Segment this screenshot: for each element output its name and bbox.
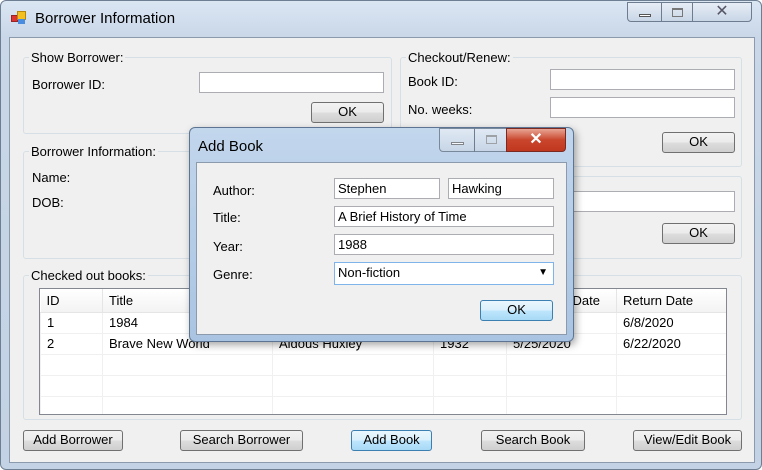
maximize-button[interactable] [661,2,693,22]
header-return-date[interactable]: Return Date [616,289,726,313]
genre-label: Genre: [213,267,253,282]
genre-value: Non-fiction [338,265,401,280]
title-label: Title: [213,210,241,225]
search-book-button[interactable]: Search Book [481,430,585,451]
table-row-empty [40,395,726,414]
name-label: Name: [32,170,71,185]
cell-return: 6/8/2020 [616,311,726,334]
close-button[interactable]: ✕ [692,2,752,22]
year-label: Year: [213,239,243,254]
add-book-dialog: Add Book ✕ Author: Stephen Hawking Title… [189,127,574,342]
weeks-label: No. weeks: [408,102,473,117]
borrower-id-input[interactable] [199,72,384,93]
weeks-input[interactable] [550,97,735,118]
show-borrower-ok-button[interactable]: OK [311,102,384,123]
borrower-info-label: Borrower Information: [29,144,158,159]
book-id-label: Book ID: [408,74,458,89]
window-title: Borrower Information [35,10,176,27]
search-borrower-button[interactable]: Search Borrower [180,430,303,451]
add-borrower-button[interactable]: Add Borrower [23,430,123,451]
cell-id: 1 [40,311,103,334]
header-id[interactable]: ID [40,289,103,313]
view-edit-book-button[interactable]: View/Edit Book [633,430,742,451]
dialog-close-button[interactable]: ✕ [506,128,566,152]
genre-select[interactable]: Non-fiction ▼ [334,262,554,285]
dialog-minimize-button[interactable] [439,128,475,152]
add-book-button[interactable]: Add Book [351,430,432,451]
dialog-title: Add Book [198,138,264,155]
return-ok-button[interactable]: OK [662,223,735,244]
minimize-button[interactable] [627,2,662,22]
title-input[interactable]: A Brief History of Time [334,206,554,227]
show-borrower-label: Show Borrower: [29,50,126,65]
checkout-ok-button[interactable]: OK [662,132,735,153]
return-book-input[interactable] [550,191,735,212]
year-input[interactable]: 1988 [334,234,554,255]
book-id-input[interactable] [550,69,735,90]
author-label: Author: [213,183,255,198]
borrower-id-label: Borrower ID: [32,77,105,92]
checkout-label: Checkout/Renew: [406,50,513,65]
chevron-down-icon: ▼ [538,267,548,278]
dialog-ok-button[interactable]: OK [480,300,553,321]
cell-return: 6/22/2020 [616,332,726,355]
author-last-input[interactable]: Hawking [448,178,554,199]
author-first-input[interactable]: Stephen [334,178,440,199]
cell-id: 2 [40,332,103,355]
dialog-client: Author: Stephen Hawking Title: A Brief H… [196,162,567,335]
table-row-empty [40,353,726,376]
dialog-maximize-button[interactable] [474,128,507,152]
checked-out-label: Checked out books: [29,268,148,283]
table-row-empty [40,374,726,397]
app-icon [11,11,27,25]
dob-label: DOB: [32,195,64,210]
